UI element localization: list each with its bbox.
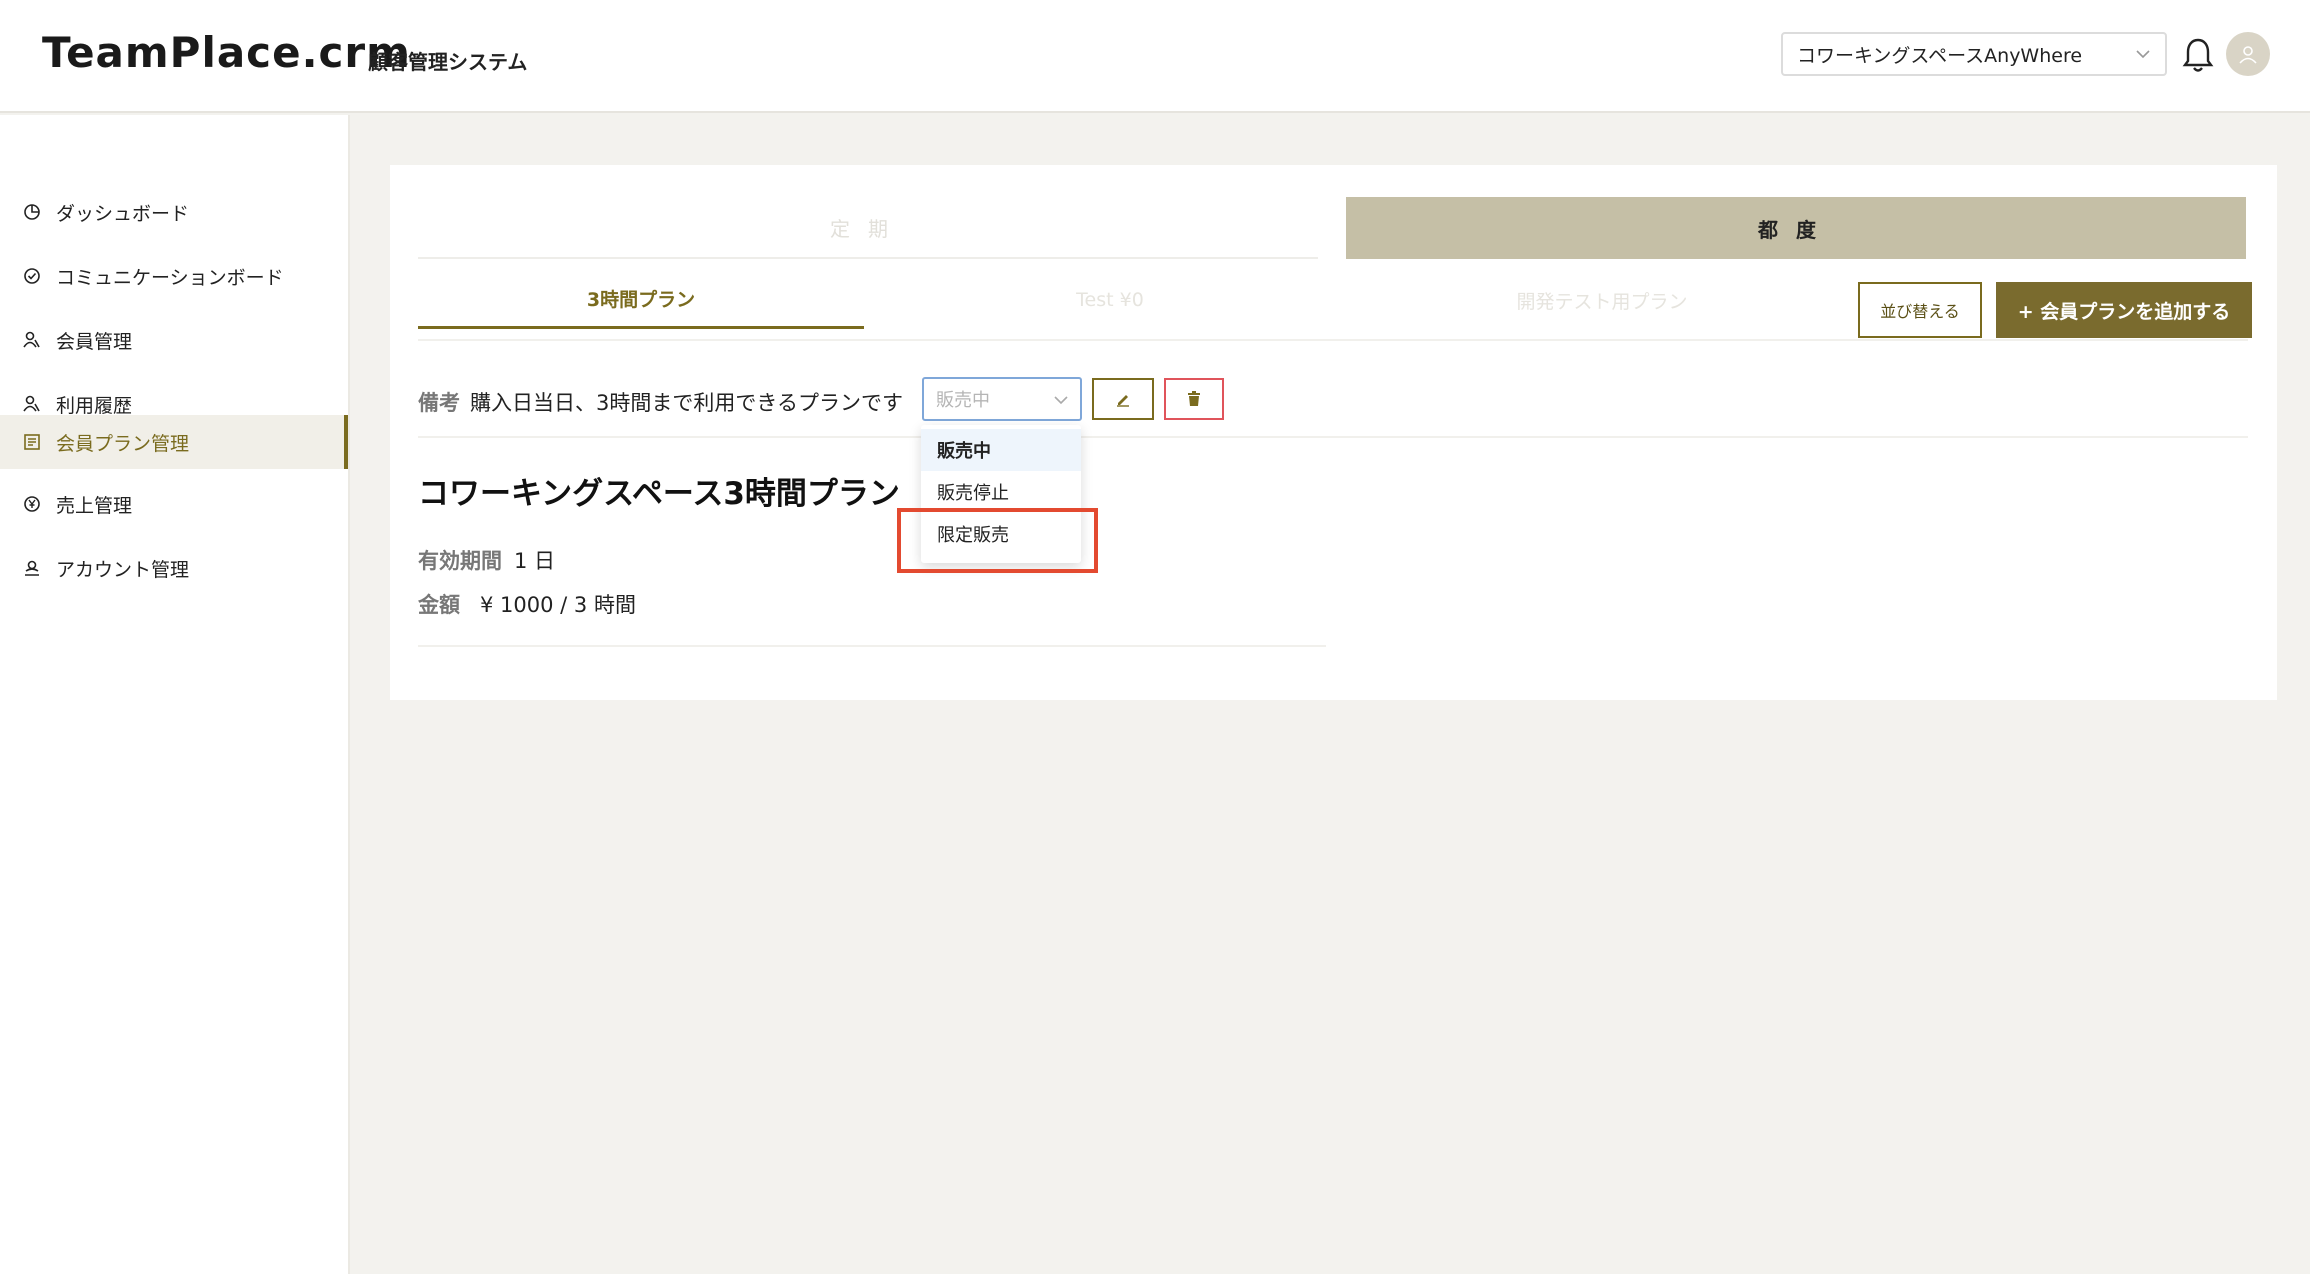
- sidebar: ダッシュボード コミュニケーションボード 会員管理 利用履歴 会員プラン管理 売…: [0, 115, 350, 1274]
- segment-regular[interactable]: 定期: [418, 197, 1318, 259]
- users-icon: [23, 331, 40, 348]
- users-icon: [23, 395, 40, 412]
- section-divider: [418, 645, 1326, 647]
- trash-icon: [1188, 391, 1200, 406]
- app-logo[interactable]: TeamPlace.crm: [42, 28, 411, 77]
- tabs-divider: [418, 339, 2248, 341]
- price-label: 金額: [418, 593, 460, 617]
- status-option-on-sale[interactable]: 販売中: [921, 429, 1081, 471]
- note-label: 備考: [418, 391, 460, 415]
- status-select[interactable]: 販売中: [922, 377, 1082, 421]
- sidebar-item-label: 利用履歴: [56, 394, 133, 417]
- sidebar-item-sales[interactable]: 売上管理: [0, 477, 348, 531]
- plan-title: コワーキングスペース3時間プラン: [418, 476, 900, 512]
- sidebar-item-label: コミュニケーションボード: [56, 266, 284, 289]
- add-plan-button[interactable]: + 会員プランを追加する: [1996, 282, 2252, 338]
- user-icon: [2239, 46, 2257, 64]
- segment-per-use[interactable]: 都度: [1346, 197, 2246, 259]
- user-avatar[interactable]: [2226, 32, 2270, 76]
- sidebar-item-label: 会員管理: [56, 330, 133, 353]
- notification-bell-icon[interactable]: [2181, 36, 2215, 74]
- tab-dev-test-plan[interactable]: 開発テスト用プラン: [1356, 271, 1848, 329]
- sidebar-item-label: ダッシュボード: [56, 202, 190, 225]
- tab-3h-plan[interactable]: 3時間プラン: [418, 271, 864, 329]
- section-divider: [418, 436, 2248, 438]
- sidebar-item-plan-management[interactable]: 会員プラン管理: [0, 415, 348, 469]
- yen-circle-icon: [24, 496, 40, 512]
- sort-button[interactable]: 並び替える: [1858, 282, 1982, 338]
- check-circle-icon: [24, 268, 40, 284]
- note-text: 購入日当日、3時間まで利用できるプランです: [470, 391, 903, 415]
- app-header: TeamPlace.crm 顧客管理システム コワーキングスペースAnyWher…: [0, 0, 2310, 113]
- delete-button[interactable]: [1164, 378, 1224, 420]
- account-icon: [25, 560, 39, 576]
- list-icon: [24, 434, 40, 450]
- edit-button[interactable]: [1092, 378, 1154, 420]
- status-option-stopped[interactable]: 販売停止: [921, 471, 1081, 513]
- price-value: ¥ 1000 / 3 時間: [480, 593, 636, 617]
- sidebar-item-label: アカウント管理: [56, 558, 190, 581]
- sidebar-item-members[interactable]: 会員管理: [0, 313, 348, 367]
- space-selector[interactable]: コワーキングスペースAnyWhere: [1781, 32, 2167, 76]
- highlight-box: [897, 508, 1098, 573]
- tab-test-plan[interactable]: Test ¥0: [864, 271, 1356, 329]
- validity-value: 1 日: [514, 549, 556, 573]
- app-subtitle: 顧客管理システム: [368, 50, 528, 74]
- chevron-down-icon: [1054, 396, 1068, 405]
- sidebar-item-account[interactable]: アカウント管理: [0, 541, 348, 595]
- space-selector-value: コワーキングスペースAnyWhere: [1797, 44, 2083, 67]
- validity-label: 有効期間: [418, 549, 502, 573]
- sidebar-item-communication-board[interactable]: コミュニケーションボード: [0, 249, 348, 303]
- status-select-value: 販売中: [936, 390, 990, 411]
- pencil-icon: [1117, 395, 1129, 407]
- sidebar-item-label: 売上管理: [56, 494, 133, 517]
- sidebar-item-label: 会員プラン管理: [56, 432, 190, 455]
- plan-card: 定期 都度 3時間プラン Test ¥0 開発テスト用プラン 並び替える + 会…: [390, 165, 2277, 700]
- chevron-down-icon: [2136, 50, 2150, 59]
- pie-chart-icon: [24, 204, 40, 220]
- sidebar-item-dashboard[interactable]: ダッシュボード: [0, 185, 348, 239]
